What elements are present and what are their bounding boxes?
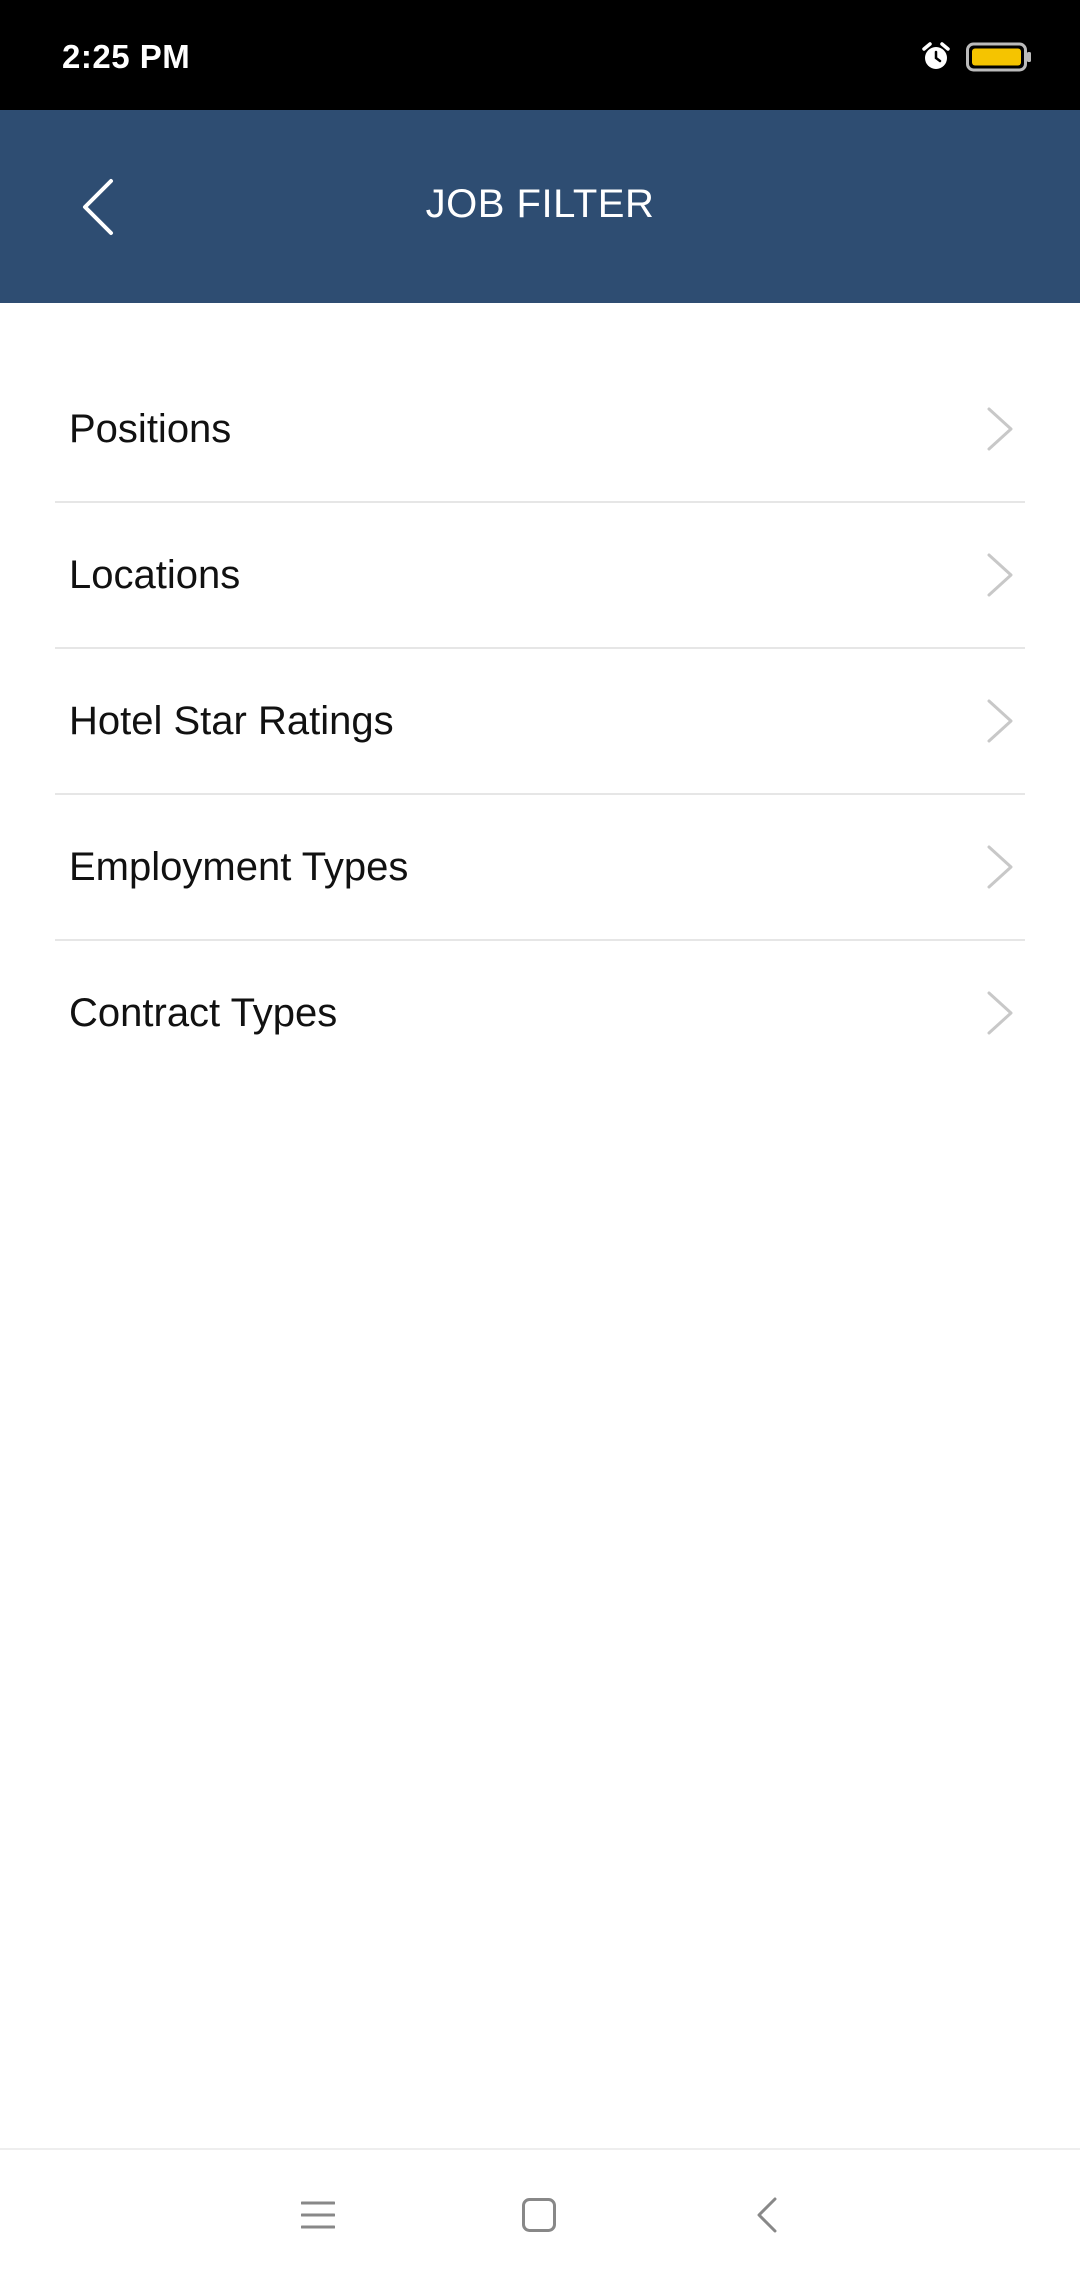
screen: 2:25 PM JOB FILTER Positions Locations H… (0, 0, 1080, 2280)
filter-label: Contract Types (69, 991, 338, 1035)
nav-home-button[interactable] (504, 2180, 574, 2250)
chevron-right-icon (987, 553, 1013, 597)
battery-icon (966, 42, 1031, 72)
filter-row-hotel-star-ratings[interactable]: Hotel Star Ratings (55, 649, 1025, 795)
menu-icon (301, 2201, 335, 2229)
home-icon (522, 2198, 556, 2232)
chevron-right-icon (987, 991, 1013, 1035)
status-time: 2:25 PM (62, 38, 191, 75)
page-title: JOB FILTER (425, 182, 655, 226)
back-icon (757, 2197, 777, 2233)
status-bar: 2:25 PM (0, 0, 1080, 110)
filter-row-employment-types[interactable]: Employment Types (55, 795, 1025, 941)
filter-row-contract-types[interactable]: Contract Types (55, 941, 1025, 1087)
chevron-right-icon (987, 845, 1013, 889)
nav-back-button[interactable] (732, 2180, 802, 2250)
chevron-right-icon (987, 699, 1013, 743)
filter-label: Hotel Star Ratings (69, 699, 394, 743)
filter-list: Positions Locations Hotel Star Ratings E… (55, 357, 1025, 1087)
filter-label: Employment Types (69, 845, 409, 889)
filter-label: Positions (69, 407, 232, 451)
filter-label: Locations (69, 553, 241, 597)
app-bar: JOB FILTER (0, 110, 1080, 303)
nav-menu-button[interactable] (283, 2180, 353, 2250)
alarm-icon (922, 42, 950, 69)
navigation-bar (0, 2148, 1080, 2280)
chevron-right-icon (987, 407, 1013, 451)
filter-row-positions[interactable]: Positions (55, 357, 1025, 503)
filter-row-locations[interactable]: Locations (55, 503, 1025, 649)
